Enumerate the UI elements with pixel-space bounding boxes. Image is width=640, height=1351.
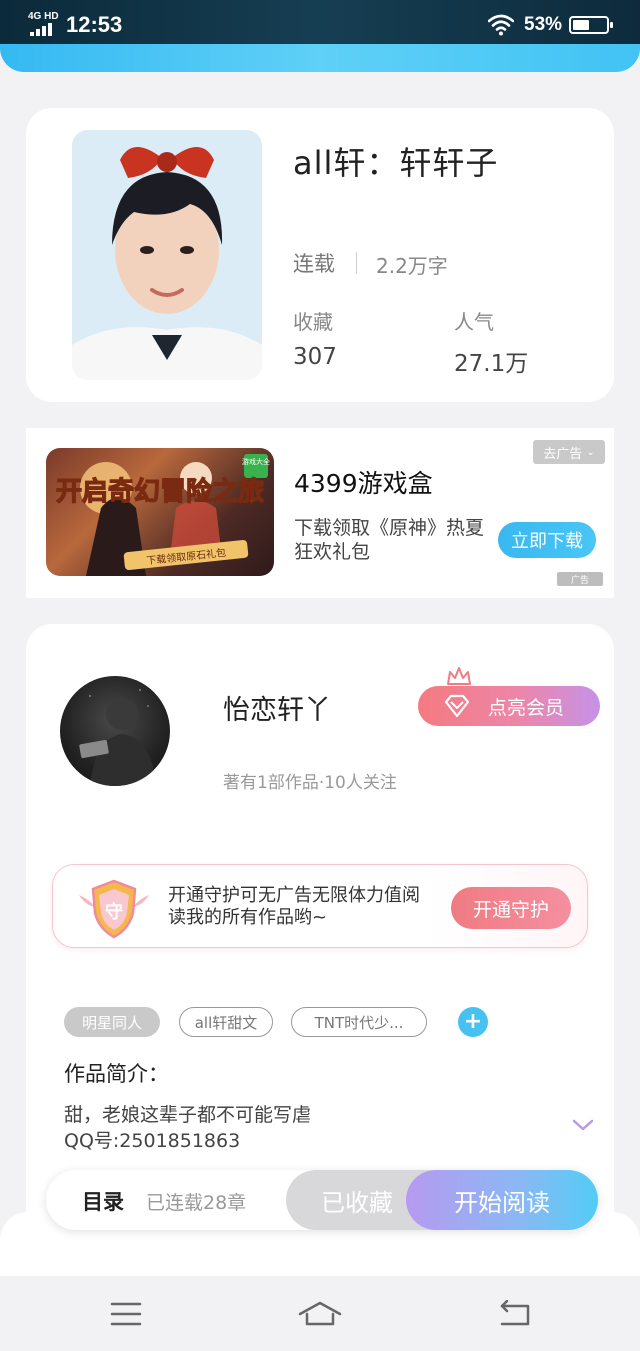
favorites-label: 收藏 xyxy=(293,310,333,334)
tag-item[interactable]: all轩甜文 xyxy=(179,1007,273,1037)
ad-image-headline: 开启奇幻冒险之旅 xyxy=(56,476,264,507)
network-indicator: 4G HD xyxy=(28,11,59,22)
vip-button[interactable]: 点亮会员 xyxy=(418,686,600,726)
plus-icon: + xyxy=(463,1009,483,1034)
ad-image[interactable]: 游戏大全 开启奇幻冒险之旅 下载领取原石礼包 xyxy=(46,448,274,576)
wifi-icon xyxy=(488,14,514,36)
guard-badge-text: 守 xyxy=(105,901,123,923)
book-info-card: all轩：轩轩子 连载 2.2万字 收藏 307 人气 27.1万 xyxy=(26,108,614,402)
add-tag-button[interactable]: + xyxy=(458,1007,488,1037)
ad-download-button[interactable]: 立即下载 xyxy=(498,522,596,558)
guard-text: 开通守护可无广告无限体力值阅读我的所有作品哟~ xyxy=(168,885,420,928)
header-background xyxy=(0,44,640,72)
intro-line: 甜，老娘这辈子都不可能写虐 xyxy=(64,1104,312,1126)
tag-item[interactable]: 明星同人 xyxy=(64,1007,160,1037)
chevron-down-icon: ⌄ xyxy=(586,446,595,458)
book-cover[interactable] xyxy=(72,130,262,380)
action-bar: 目录 已连载28章 已收藏 开始阅读 xyxy=(46,1170,598,1230)
cover-portrait-image xyxy=(72,130,262,380)
ad-description: 下载领取《原神》热夏狂欢礼包 xyxy=(294,517,485,563)
crown-icon xyxy=(447,667,471,685)
author-name[interactable]: 怡恋轩丫 xyxy=(223,688,331,727)
book-status: 连载 xyxy=(293,252,335,276)
chevron-down-icon[interactable] xyxy=(572,1118,594,1132)
signal-icon xyxy=(30,23,52,36)
divider xyxy=(356,252,357,274)
popularity-label: 人气 xyxy=(454,310,494,334)
back-icon[interactable] xyxy=(494,1300,538,1328)
start-reading-button[interactable]: 开始阅读 xyxy=(406,1170,598,1230)
clock: 12:53 xyxy=(66,12,123,37)
home-icon[interactable] xyxy=(298,1300,342,1328)
avatar[interactable] xyxy=(60,676,170,786)
vip-button-label: 点亮会员 xyxy=(488,696,565,719)
battery-icon xyxy=(569,16,613,34)
ad-mark: 广告 xyxy=(557,572,603,586)
diamond-icon xyxy=(444,694,470,718)
status-bar: 4G HD 12:53 53% xyxy=(0,0,640,48)
ad-title: 4399游戏盒 xyxy=(294,469,433,498)
author-card: 怡恋轩丫 著有1部作品·10人关注 点亮会员 守 开通守护可无广告无限体力值阅读… xyxy=(26,624,614,1264)
ad-artwork: 游戏大全 开启奇幻冒险之旅 下载领取原石礼包 xyxy=(55,454,270,576)
guard-promo[interactable]: 守 开通守护可无广告无限体力值阅读我的所有作品哟~ 开通守护 xyxy=(52,864,588,948)
open-guard-button[interactable]: 开通守护 xyxy=(451,887,571,929)
book-word-count: 2.2万字 xyxy=(376,254,448,278)
ad-image-badge: 游戏大全 xyxy=(242,457,270,466)
menu-icon[interactable] xyxy=(104,1300,148,1328)
popularity-value: 27.1万 xyxy=(454,351,529,377)
favorites-value: 307 xyxy=(293,344,337,370)
remove-ad-button[interactable]: 去广告 ⌄ xyxy=(533,440,605,464)
avatar-image xyxy=(79,689,156,786)
author-meta: 著有1部作品·10人关注 xyxy=(223,773,397,793)
intro-title: 作品简介： xyxy=(64,1062,169,1086)
chapter-count: 已连载28章 xyxy=(146,1192,247,1214)
intro-body: 甜，老娘这辈子都不可能写虐 QQ号:2501851863 xyxy=(64,1102,311,1154)
shield-icon: 守 xyxy=(79,879,149,939)
battery-percent: 53% xyxy=(524,14,563,35)
tag-item[interactable]: TNT时代少... xyxy=(291,1007,427,1037)
intro-line: QQ号:2501851863 xyxy=(64,1130,241,1152)
system-nav-bar xyxy=(0,1276,640,1351)
remove-ad-label: 去广告 xyxy=(543,446,583,462)
table-of-contents-button[interactable]: 目录 xyxy=(82,1186,124,1216)
ad-banner[interactable]: 游戏大全 开启奇幻冒险之旅 下载领取原石礼包 去广告 ⌄ 4399游戏盒 下载领… xyxy=(26,428,614,598)
book-title: all轩：轩轩子 xyxy=(293,144,499,182)
